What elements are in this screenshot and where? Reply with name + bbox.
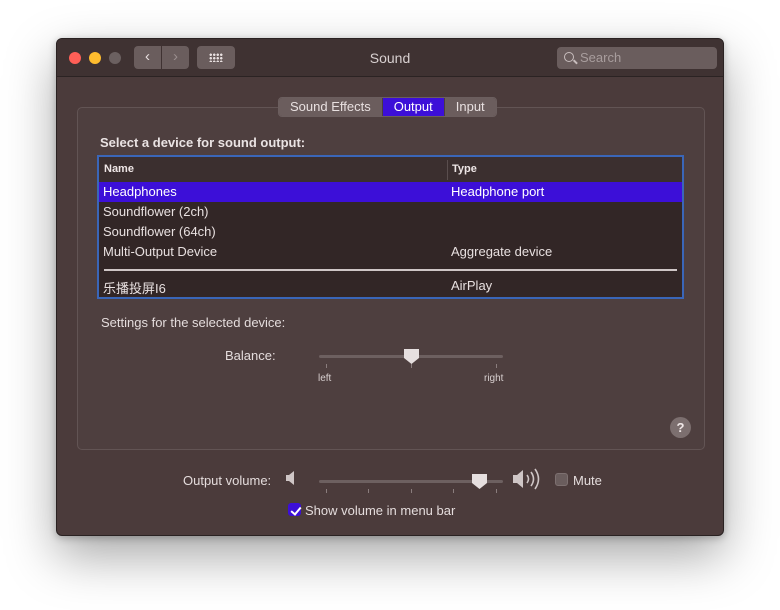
search-placeholder: Search bbox=[580, 50, 622, 65]
device-settings-label: Settings for the selected device: bbox=[101, 315, 286, 330]
balance-left-label: left bbox=[318, 373, 332, 384]
table-row[interactable]: Soundflower (2ch) bbox=[99, 202, 682, 222]
device-section-title: Select a device for sound output: bbox=[100, 135, 306, 150]
volume-tick bbox=[496, 489, 497, 493]
volume-tick bbox=[453, 489, 454, 493]
search-field[interactable]: Search bbox=[557, 47, 717, 69]
tab-input[interactable]: Input bbox=[444, 98, 496, 116]
show-volume-checkbox[interactable] bbox=[288, 503, 301, 516]
column-header-type[interactable]: Type bbox=[452, 163, 477, 175]
table-row[interactable]: 乐播投屏I6 AirPlay bbox=[99, 276, 682, 296]
device-type: Headphone port bbox=[451, 184, 545, 199]
device-name: Soundflower (64ch) bbox=[103, 224, 216, 239]
output-volume-label: Output volume: bbox=[183, 473, 272, 488]
table-header: Name Type bbox=[99, 157, 682, 183]
title-bar: ‹ › Sound Search bbox=[57, 39, 723, 77]
volume-tick bbox=[411, 489, 412, 493]
output-device-table[interactable]: Name Type Headphones Headphone port Soun… bbox=[97, 155, 684, 299]
column-divider[interactable] bbox=[447, 160, 448, 180]
question-mark-icon: ? bbox=[676, 420, 685, 435]
tab-output[interactable]: Output bbox=[382, 98, 445, 116]
balance-tick bbox=[496, 364, 497, 368]
sound-preferences-window: ‹ › Sound Search Sound Effects Output In… bbox=[56, 38, 724, 536]
help-button[interactable]: ? bbox=[670, 417, 691, 438]
table-row[interactable]: Multi-Output Device Aggregate device bbox=[99, 242, 682, 262]
show-volume-label[interactable]: Show volume in menu bar bbox=[305, 503, 455, 518]
balance-tick bbox=[326, 364, 327, 368]
balance-right-label: right bbox=[484, 373, 504, 384]
speaker-high-icon bbox=[513, 468, 540, 490]
table-row[interactable]: Soundflower (64ch) bbox=[99, 222, 682, 242]
device-name: Soundflower (2ch) bbox=[103, 204, 209, 219]
volume-tick bbox=[368, 489, 369, 493]
search-icon bbox=[564, 52, 574, 62]
mute-checkbox[interactable] bbox=[555, 473, 568, 486]
device-name: Multi-Output Device bbox=[103, 244, 218, 259]
speaker-low-icon bbox=[286, 471, 294, 485]
balance-label: Balance: bbox=[225, 348, 276, 363]
tab-sound-effects[interactable]: Sound Effects bbox=[279, 98, 383, 116]
device-name: Headphones bbox=[103, 184, 177, 199]
device-type: Aggregate device bbox=[451, 244, 553, 259]
table-row[interactable]: Headphones Headphone port bbox=[99, 182, 682, 202]
device-name: 乐播投屏I6 bbox=[103, 281, 166, 296]
balance-tick bbox=[411, 364, 412, 368]
tab-bar: Sound Effects Output Input bbox=[278, 97, 497, 117]
volume-tick bbox=[326, 489, 327, 493]
column-header-name[interactable]: Name bbox=[104, 163, 134, 175]
mute-label[interactable]: Mute bbox=[573, 473, 602, 488]
device-type: AirPlay bbox=[451, 278, 493, 293]
device-group-separator bbox=[104, 269, 677, 271]
volume-slider-knob[interactable] bbox=[472, 474, 487, 489]
